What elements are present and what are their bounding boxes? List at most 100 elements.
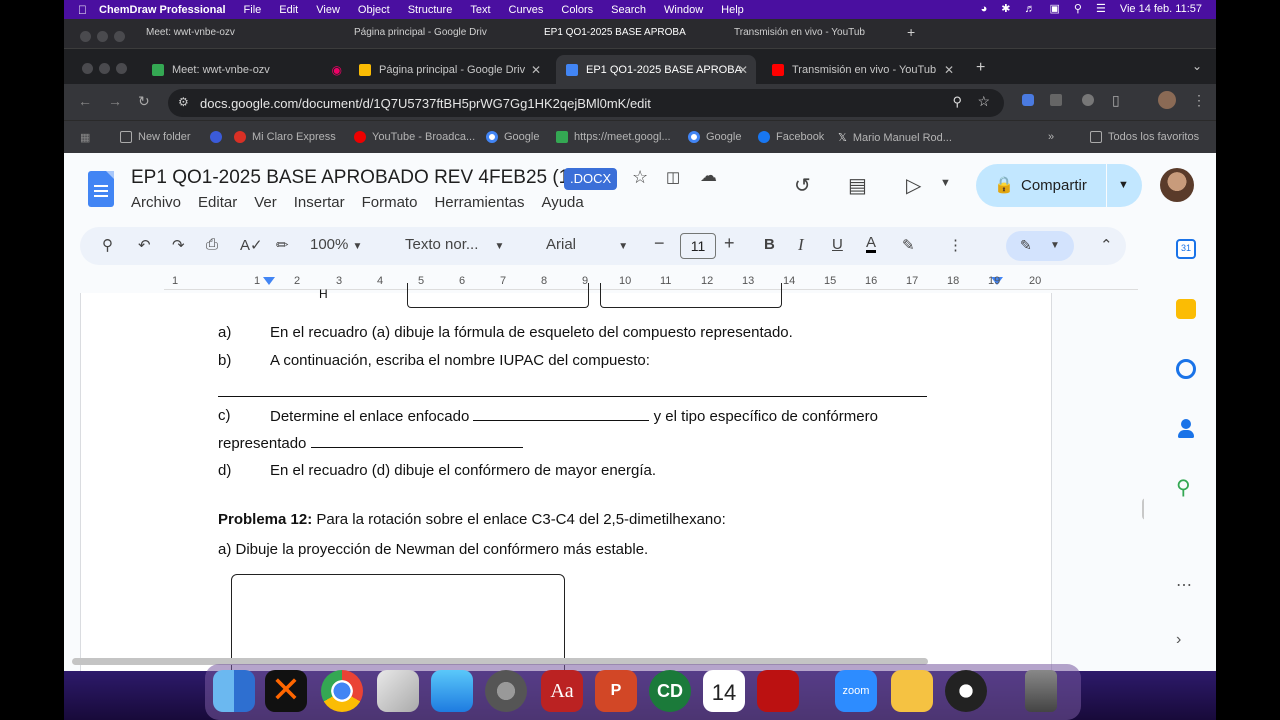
zoom-select[interactable]: 100% ▼ (310, 236, 362, 253)
tasks-icon[interactable] (1176, 359, 1196, 379)
search-icon[interactable]: ⚲ (1074, 2, 1082, 15)
version-history-icon[interactable]: ↺ (794, 173, 811, 198)
obs-icon[interactable] (945, 670, 987, 712)
paint-format-icon[interactable]: ✏ (276, 236, 289, 254)
bg-tab-drive[interactable]: Página principal - Google Driv (354, 27, 487, 38)
forward-icon[interactable]: → (108, 93, 122, 109)
bold-icon[interactable]: B (764, 236, 775, 253)
font-size-input[interactable]: 11 (680, 233, 716, 259)
menu-search[interactable]: Search (611, 4, 646, 16)
print-icon[interactable]: ⎙ (206, 236, 218, 253)
highlight-icon[interactable]: ✎ (902, 236, 915, 254)
menu-ayuda[interactable]: Ayuda (541, 194, 583, 211)
editing-mode-button[interactable]: ✎ ▼ (1006, 231, 1074, 261)
hide-menus-icon[interactable]: ⌃ (1100, 236, 1113, 254)
tab-youtube[interactable]: Transmisión en vivo - YouTub ✕ (762, 55, 962, 84)
launchpad-icon[interactable] (377, 670, 419, 712)
bookmark-facebook[interactable]: Facebook (758, 131, 824, 143)
expand-panel-icon[interactable]: › (1176, 631, 1196, 651)
apps-grid-icon[interactable]: ▦ (80, 131, 90, 144)
menu-curves[interactable]: Curves (509, 4, 544, 16)
finder-icon[interactable] (213, 670, 255, 712)
bookmark-new-folder[interactable]: New folder (120, 131, 191, 143)
bookmark-google[interactable]: Google (486, 131, 539, 143)
all-bookmarks[interactable]: Todos los favoritos (1090, 131, 1199, 143)
increase-font-icon[interactable]: + (724, 233, 735, 254)
star-icon[interactable]: ☆ (632, 167, 648, 188)
undo-icon[interactable]: ↶ (138, 236, 151, 254)
extension-icon[interactable] (1082, 94, 1094, 106)
menu-app-name[interactable]: ChemDraw Professional (99, 4, 226, 16)
url-bar[interactable]: ⚙ docs.google.com/document/d/1Q7U5737ftB… (168, 89, 1004, 117)
spellcheck-icon[interactable]: A✓ (240, 236, 263, 254)
tab-docs[interactable]: EP1 QO1-2025 BASE APROBA ✕ (556, 55, 756, 84)
volume-icon[interactable]: ♬ (1024, 3, 1035, 15)
trash-icon[interactable] (1025, 670, 1057, 712)
move-folder-icon[interactable]: ◫ (666, 168, 680, 186)
redo-icon[interactable]: ↷ (172, 236, 185, 254)
tab-search-icon[interactable]: ⌄ (1192, 59, 1202, 73)
dictionary-icon[interactable]: Aa (541, 670, 583, 712)
wifi-icon[interactable]: ◕ (981, 3, 988, 15)
menu-ver[interactable]: Ver (254, 194, 277, 211)
calendar-app-icon[interactable]: 14 (703, 670, 745, 712)
site-info-icon[interactable]: ⚙ (178, 95, 189, 109)
reload-icon[interactable]: ↻ (138, 93, 150, 110)
extension-icon[interactable] (1022, 94, 1034, 106)
contacts-icon[interactable] (1176, 419, 1196, 439)
menu-insertar[interactable]: Insertar (294, 194, 345, 211)
background-browser-window[interactable]: Meet: wwt-vnbe-ozv Página principal - Go… (64, 19, 1216, 49)
bookmark-mi-claro[interactable]: Mi Claro Express (210, 131, 336, 143)
battery-icon[interactable]: ▣ (1049, 2, 1059, 15)
bookmark-star-icon[interactable]: ☆ (977, 93, 990, 110)
menu-herramientas[interactable]: Herramientas (434, 194, 524, 211)
cloud-status-icon[interactable]: ☁ (700, 166, 717, 186)
new-tab-icon[interactable]: + (976, 59, 985, 77)
menu-editar[interactable]: Editar (198, 194, 237, 211)
bookmark-youtube[interactable]: YouTube - Broadca... (354, 131, 475, 143)
style-select[interactable]: Texto nor... ▼ (405, 236, 504, 253)
more-options-icon[interactable]: ⋮ (948, 236, 963, 254)
facebook-extension-icon[interactable] (1050, 94, 1062, 106)
zoom-icon[interactable]: ⚲ (952, 94, 962, 110)
bookmark-x[interactable]: 𝕏 Mario Manuel Rod... (838, 131, 952, 145)
text-color-icon[interactable]: A (866, 235, 877, 253)
system-settings-icon[interactable] (485, 670, 527, 712)
bookmarks-overflow-icon[interactable]: » (1048, 131, 1054, 143)
left-indent-marker[interactable] (263, 277, 275, 285)
google-docs-logo-icon[interactable] (88, 171, 114, 207)
menu-help[interactable]: Help (721, 4, 744, 16)
chevron-down-icon[interactable]: ▼ (940, 177, 951, 189)
control-center-icon[interactable]: ☰ (1096, 2, 1106, 15)
menu-colors[interactable]: Colors (561, 4, 593, 16)
menu-view[interactable]: View (316, 4, 340, 16)
share-dropdown-icon[interactable]: ▼ (1118, 179, 1129, 191)
document-title[interactable]: EP1 QO1-2025 BASE APROBADO REV 4FEB25 (1… (131, 167, 576, 189)
menu-edit[interactable]: Edit (279, 4, 298, 16)
font-select[interactable]: Arial ▼ (546, 236, 628, 253)
close-tab-icon[interactable]: ✕ (944, 63, 954, 77)
bg-tab-youtube[interactable]: Transmisión en vivo - YouTub (734, 27, 865, 38)
mail-icon[interactable] (431, 670, 473, 712)
menu-window[interactable]: Window (664, 4, 703, 16)
tab-drive[interactable]: Página principal - Google Driv ✕ (349, 55, 549, 84)
italic-icon[interactable]: I (798, 235, 804, 255)
meet-call-icon[interactable]: ▷ (906, 173, 921, 198)
back-icon[interactable]: ← (78, 93, 92, 109)
decrease-font-icon[interactable]: − (654, 233, 665, 254)
bookmark-meet[interactable]: https://meet.googl... (556, 131, 671, 143)
chemdraw-icon[interactable]: CD (649, 670, 691, 712)
share-button[interactable]: 🔒 Compartir ▼ (976, 164, 1142, 207)
bg-tab-docs[interactable]: EP1 QO1-2025 BASE APROBA (544, 27, 686, 38)
menu-object[interactable]: Object (358, 4, 390, 16)
underline-icon[interactable]: U (832, 236, 843, 253)
close-tab-icon[interactable]: ✕ (531, 63, 541, 77)
menu-file[interactable]: File (244, 4, 262, 16)
mendeley-icon[interactable] (757, 670, 799, 712)
bg-tab-meet[interactable]: Meet: wwt-vnbe-ozv (146, 27, 235, 38)
chrome-menu-icon[interactable]: ⋮ (1192, 92, 1206, 109)
menu-archivo[interactable]: Archivo (131, 194, 181, 211)
finding-nemo-icon[interactable] (891, 670, 933, 712)
bookmark-google-2[interactable]: Google (688, 131, 741, 143)
more-apps-icon[interactable]: ⋯ (1176, 575, 1196, 595)
